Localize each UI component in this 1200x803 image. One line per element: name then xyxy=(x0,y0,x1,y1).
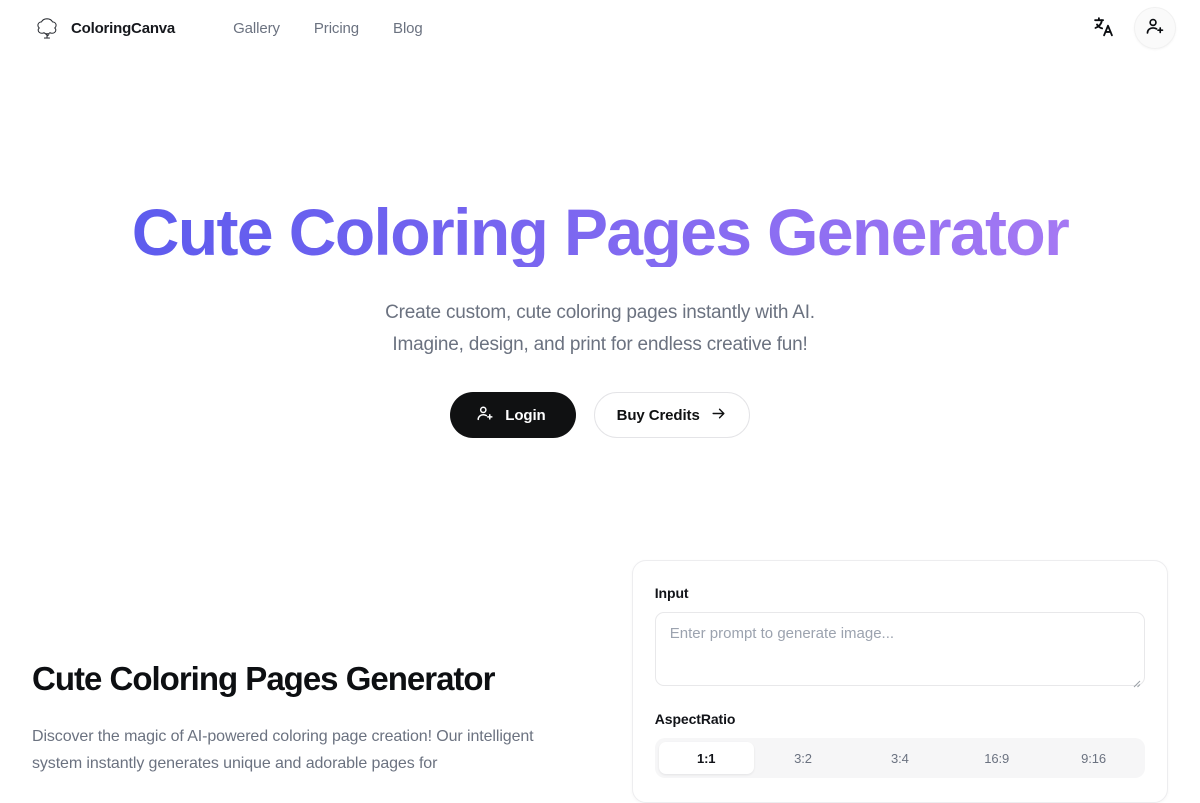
account-button[interactable] xyxy=(1134,7,1176,49)
arrow-right-icon xyxy=(710,405,727,426)
hero-subtitle: Create custom, cute coloring pages insta… xyxy=(0,297,1200,361)
section-heading: Cute Coloring Pages Generator xyxy=(32,660,495,697)
hero-subtitle-line-1: Create custom, cute coloring pages insta… xyxy=(385,302,815,324)
hero-section: Cute Coloring Pages Generator Create cus… xyxy=(0,56,1200,439)
buy-credits-button[interactable]: Buy Credits xyxy=(593,392,750,439)
header-actions xyxy=(1088,7,1176,49)
aspect-ratio-option-1-1[interactable]: 1:1 xyxy=(658,742,754,774)
user-plus-icon xyxy=(476,404,495,427)
aspect-ratio-option-16-9[interactable]: 16:9 xyxy=(949,742,1044,774)
user-plus-icon xyxy=(1145,16,1166,40)
about-column: Cute Coloring Pages Generator Discover t… xyxy=(32,560,584,803)
aspect-ratio-label: AspectRatio xyxy=(654,711,736,727)
aspect-ratio-option-3-4[interactable]: 3:4 xyxy=(852,742,947,774)
input-label: Input xyxy=(654,585,689,601)
tree-icon xyxy=(32,13,62,43)
nav-item-blog[interactable]: Blog xyxy=(393,20,423,37)
nav-item-pricing[interactable]: Pricing xyxy=(314,20,359,37)
section-paragraph: Discover the magic of AI-powered colorin… xyxy=(32,728,534,772)
primary-nav: Gallery Pricing Blog xyxy=(233,20,423,37)
site-header: ColoringCanva Gallery Pricing Blog xyxy=(0,0,1200,56)
lower-section: Cute Coloring Pages Generator Discover t… xyxy=(0,560,1200,803)
page-title: Cute Coloring Pages Generator xyxy=(0,197,1200,267)
hero-subtitle-line-2: Imagine, design, and print for endless c… xyxy=(392,334,808,356)
login-button[interactable]: Login xyxy=(450,392,576,439)
hero-actions: Login Buy Credits xyxy=(0,392,1200,439)
brand-logo[interactable]: ColoringCanva xyxy=(32,13,175,43)
brand-name: ColoringCanva xyxy=(71,19,176,37)
prompt-input[interactable] xyxy=(654,612,1145,686)
aspect-ratio-tabs: 1:1 3:2 3:4 16:9 9:16 xyxy=(654,738,1145,778)
login-button-label: Login xyxy=(505,406,546,424)
aspect-ratio-option-3-2[interactable]: 3:2 xyxy=(756,742,851,774)
translate-icon xyxy=(1092,15,1115,41)
language-switcher-button[interactable] xyxy=(1088,13,1118,43)
nav-item-gallery[interactable]: Gallery xyxy=(233,20,280,37)
buy-credits-button-label: Buy Credits xyxy=(616,406,700,424)
prompt-wrapper xyxy=(654,601,1145,691)
generator-panel: Input AspectRatio 1:1 3:2 3:4 16:9 9:16 xyxy=(631,560,1168,803)
aspect-ratio-option-9-16[interactable]: 9:16 xyxy=(1046,742,1141,774)
